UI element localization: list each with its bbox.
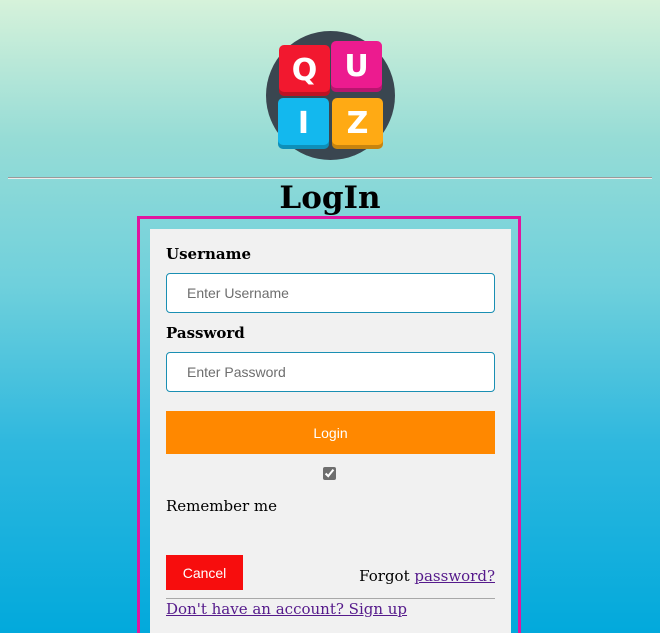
username-input[interactable] [166, 273, 495, 313]
username-label: Username [166, 245, 252, 263]
password-input[interactable] [166, 352, 495, 392]
logo-tile-z: Z [332, 98, 383, 149]
page-title: LogIn [279, 180, 381, 216]
form-divider [166, 598, 495, 599]
logo-tile-q: Q [279, 45, 330, 96]
signup-link[interactable]: Don't have an account? Sign up [166, 600, 407, 618]
signup-row: Don't have an account? Sign up [166, 600, 407, 618]
quiz-logo: Q U I Z [266, 31, 395, 160]
login-form: Username Password Login Remember me Canc… [150, 229, 511, 633]
logo-tile-u: U [331, 41, 382, 92]
cancel-button[interactable]: Cancel [166, 555, 243, 590]
login-button[interactable]: Login [166, 411, 495, 454]
forgot-prefix: Forgot [359, 567, 415, 585]
forgot-password-link[interactable]: password? [414, 567, 495, 585]
remember-me-checkbox[interactable] [323, 467, 336, 480]
password-label: Password [166, 324, 245, 342]
logo-tile-i: I [278, 98, 329, 149]
forgot-password: Forgot password? [359, 567, 495, 585]
remember-me-label: Remember me [166, 497, 278, 515]
